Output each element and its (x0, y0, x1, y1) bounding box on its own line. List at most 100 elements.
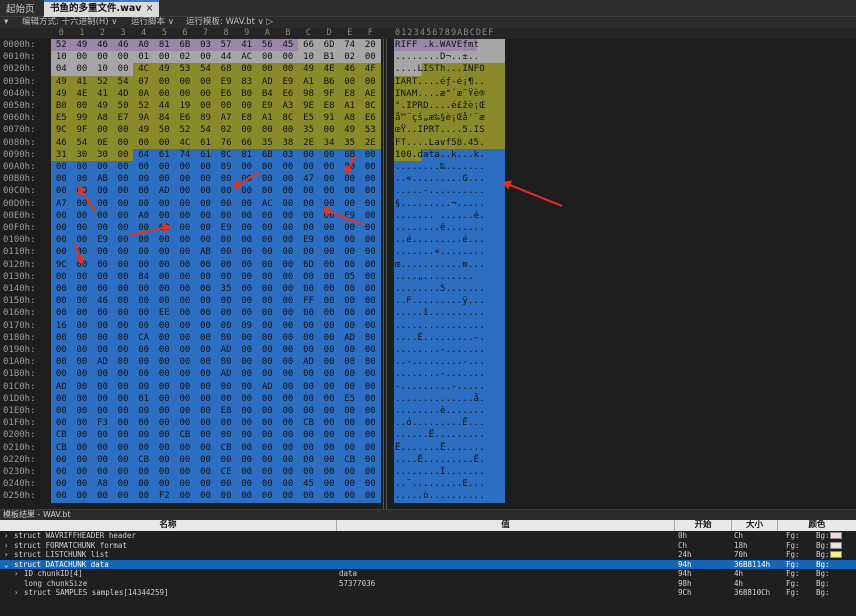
hex-row[interactable]: 00D0h: A7 00 00 00 00 00 00 00 00 00 AC 00 00 00 00 00 §.… (0, 197, 520, 210)
hex-byte[interactable]: 00 (298, 319, 319, 332)
hex-byte[interactable]: 00 (215, 270, 237, 283)
hex-byte[interactable]: 00 (174, 270, 196, 283)
hex-byte[interactable]: 00 (133, 258, 154, 271)
hex-byte[interactable]: E8 (236, 112, 257, 125)
hex-byte[interactable]: 00 (174, 283, 196, 296)
hex-byte[interactable]: 00 (257, 209, 278, 222)
hex-byte[interactable]: 00 (71, 478, 93, 491)
hex-byte[interactable]: 00 (112, 161, 134, 174)
hex-byte[interactable]: 00 (92, 185, 113, 198)
hex-bytes[interactable]: 9C 9F 00 00 49 50 52 54 02 00 00 00 35 00 49 53 (51, 124, 381, 137)
hex-byte[interactable]: 00 (112, 136, 134, 149)
hex-byte[interactable]: A1 (298, 75, 319, 88)
ascii-text[interactable]: ....„......... (394, 270, 505, 283)
hex-byte[interactable]: CE (215, 466, 237, 479)
hex-row[interactable]: 0150h: 00 00 46 00 00 00 00 00 00 00 00 00 FF 00 00 00..… (0, 295, 520, 308)
hex-byte[interactable]: 44 (215, 51, 237, 64)
hex-byte[interactable]: 00 (298, 344, 319, 357)
hex-byte[interactable]: A8 (92, 112, 113, 125)
hex-byte[interactable]: 00 (236, 478, 257, 491)
hex-byte[interactable]: 00 (257, 319, 278, 332)
hex-byte[interactable]: 38 (277, 136, 299, 149)
hex-byte[interactable]: 00 (257, 51, 278, 64)
hex-byte[interactable]: 00 (154, 392, 175, 405)
result-row[interactable]: › struct WAVRIFFHEADER header 0h Ch Fg: Bg: (0, 531, 856, 541)
hex-byte[interactable]: 00 (318, 258, 340, 271)
hex-byte[interactable]: 00 (215, 490, 237, 503)
hex-byte[interactable]: 00 (195, 100, 216, 113)
ascii-text[interactable]: ................ (394, 319, 505, 332)
hex-byte[interactable]: 00 (71, 344, 93, 357)
hex-byte[interactable]: 00 (71, 63, 93, 76)
hex-byte[interactable]: 00 (360, 209, 381, 222)
hex-byte[interactable]: 00 (154, 356, 175, 369)
hex-bytes[interactable]: 49 4E 41 4D 0A 00 00 00 E6 B0 B4 E6 98 9F E8 AE (51, 87, 381, 100)
hex-byte[interactable]: 00 (298, 368, 319, 381)
hex-byte[interactable]: 00 (360, 331, 381, 344)
hex-byte[interactable]: A8 (92, 478, 113, 491)
hex-byte[interactable]: 00 (360, 161, 381, 174)
hex-byte[interactable]: 00 (236, 222, 257, 235)
hex-byte[interactable]: 74 (339, 39, 360, 52)
hex-byte[interactable]: AC (257, 197, 278, 210)
col-value-header[interactable]: 值 (337, 520, 675, 531)
hex-byte[interactable]: 00 (339, 197, 360, 210)
hex-byte[interactable]: E9 (92, 234, 113, 247)
hex-byte[interactable]: 46 (92, 295, 113, 308)
hex-byte[interactable]: 00 (51, 417, 72, 430)
hex-byte[interactable]: 00 (92, 490, 113, 503)
hex-byte[interactable]: 00 (277, 185, 299, 198)
hex-byte[interactable]: 00 (360, 466, 381, 479)
hex-byte[interactable]: 01 (133, 51, 154, 64)
hex-byte[interactable]: 00 (215, 429, 237, 442)
ascii-text[interactable]: Ë.......Ë....... (394, 441, 505, 454)
run-template-dropdown[interactable]: 运行模板: WAV.bt ∨ ▷ (186, 17, 273, 28)
hex-byte[interactable]: 00 (133, 441, 154, 454)
hex-byte[interactable]: AB (92, 173, 113, 186)
hex-byte[interactable]: 00 (360, 344, 381, 357)
hex-byte[interactable]: 56 (257, 39, 278, 52)
hex-row[interactable]: 0170h: 16 00 00 00 00 00 00 00 00 09 00 00 00 00 00 00..… (0, 319, 520, 332)
hex-byte[interactable]: 00 (92, 392, 113, 405)
hex-byte[interactable]: 00 (112, 234, 134, 247)
hex-byte[interactable]: 53 (360, 124, 381, 137)
hex-byte[interactable]: AD (154, 185, 175, 198)
hex-byte[interactable]: 00 (360, 75, 381, 88)
hex-byte[interactable]: 46 (112, 39, 134, 52)
hex-byte[interactable]: 00 (236, 331, 257, 344)
hex-byte[interactable]: 00 (277, 283, 299, 296)
hex-byte[interactable]: 00 (339, 258, 360, 271)
hex-byte[interactable]: 00 (318, 246, 340, 259)
hex-byte[interactable]: 00 (257, 441, 278, 454)
hex-byte[interactable]: 30 (92, 148, 113, 161)
hex-byte[interactable]: FF (298, 295, 319, 308)
hex-byte[interactable]: 00 (92, 258, 113, 271)
hex-byte[interactable]: 00 (236, 258, 257, 271)
hex-byte[interactable]: 41 (92, 87, 113, 100)
hex-byte[interactable]: 00 (236, 197, 257, 210)
hex-byte[interactable]: 00 (51, 356, 72, 369)
hex-byte[interactable]: 00 (154, 87, 175, 100)
hex-byte[interactable]: 61 (195, 136, 216, 149)
hex-byte[interactable]: 2E (360, 136, 381, 149)
hex-byte[interactable]: 00 (339, 283, 360, 296)
tab-start-page[interactable]: 起始页 (0, 2, 41, 17)
hex-byte[interactable]: 00 (257, 307, 278, 320)
hex-byte[interactable]: 00 (236, 295, 257, 308)
expand-chevron-icon[interactable]: › (4, 541, 9, 551)
hex-byte[interactable]: 19 (174, 100, 196, 113)
hex-bytes[interactable]: 00 00 00 00 00 00 00 00 AD 00 00 00 00 00 00 00 (51, 368, 381, 381)
hex-byte[interactable]: 03 (277, 148, 299, 161)
hex-byte[interactable]: 4C (174, 136, 196, 149)
hex-bytes[interactable]: 00 00 46 00 00 00 00 00 00 00 00 00 FF 00 00 00 (51, 295, 381, 308)
hex-byte[interactable]: 00 (71, 356, 93, 369)
hex-byte[interactable]: 0E (92, 136, 113, 149)
hex-byte[interactable]: 00 (257, 490, 278, 503)
ascii-text[interactable]: 100.data..k...k. (394, 148, 505, 161)
hex-byte[interactable]: 00 (112, 356, 134, 369)
hex-byte[interactable]: 00 (133, 295, 154, 308)
hex-row[interactable]: 01B0h: 00 00 00 00 00 00 00 00 AD 00 00 00 00 00 00 00..… (0, 368, 520, 381)
result-row[interactable]: › ID chunkID[4] data 94h 4h Fg: Bg: (0, 569, 856, 579)
hex-byte[interactable]: 00 (277, 197, 299, 210)
hex-bytes[interactable]: CB 00 00 00 00 00 00 00 CB 00 00 00 00 00 00 00 (51, 441, 381, 454)
